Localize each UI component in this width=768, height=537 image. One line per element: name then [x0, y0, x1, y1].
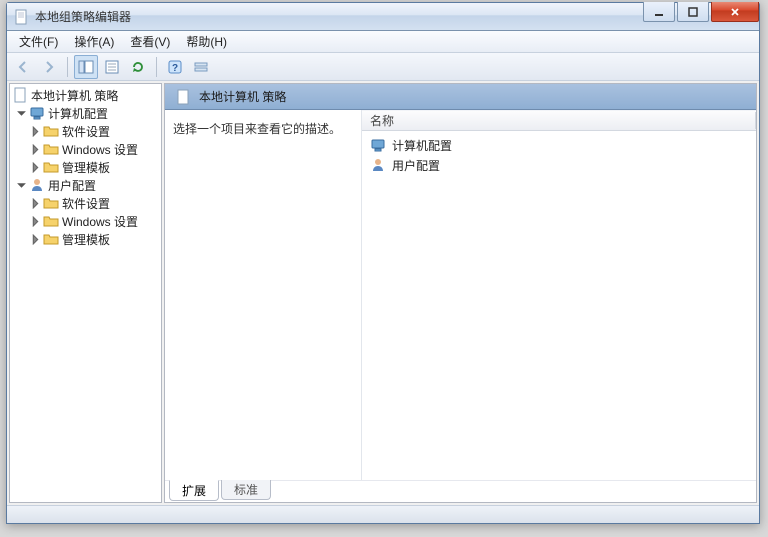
- app-icon: [13, 9, 29, 25]
- window-controls: [643, 2, 759, 22]
- back-button[interactable]: [11, 55, 35, 79]
- details-title: 本地计算机 策略: [199, 88, 286, 105]
- tree-user-config[interactable]: 用户配置: [10, 176, 161, 194]
- main-window: 本地组策略编辑器 文件(F) 操作(A) 查看(V) 帮助(H) ?: [6, 2, 760, 524]
- tree-label: Windows 设置: [62, 213, 138, 230]
- tree-root[interactable]: 本地计算机 策略: [10, 86, 161, 104]
- tab-row: 扩展 标准: [165, 480, 756, 502]
- list-label: 计算机配置: [392, 137, 452, 154]
- titlebar[interactable]: 本地组策略编辑器: [7, 3, 759, 31]
- tree-user-admin[interactable]: 管理模板: [10, 230, 161, 248]
- menu-help[interactable]: 帮助(H): [178, 31, 235, 52]
- list-body[interactable]: 计算机配置 用户配置: [362, 131, 756, 480]
- tree-pane[interactable]: 本地计算机 策略 计算机配置 软件设置: [9, 83, 162, 503]
- computer-icon: [370, 137, 386, 153]
- maximize-button[interactable]: [677, 2, 709, 22]
- tree-label: 用户配置: [48, 177, 96, 194]
- filter-button[interactable]: [189, 55, 213, 79]
- tree-label: 软件设置: [62, 195, 110, 212]
- minimize-button[interactable]: [643, 2, 675, 22]
- toolbar-separator: [67, 57, 68, 77]
- client-area: 本地计算机 策略 计算机配置 软件设置: [7, 81, 759, 505]
- svg-text:?: ?: [172, 63, 178, 74]
- collapse-icon[interactable]: [16, 108, 27, 119]
- list-item-user[interactable]: 用户配置: [362, 155, 756, 175]
- statusbar: [7, 505, 759, 523]
- menu-action[interactable]: 操作(A): [66, 31, 122, 52]
- refresh-button[interactable]: [126, 55, 150, 79]
- expand-icon[interactable]: [30, 126, 41, 137]
- folder-icon: [43, 159, 59, 175]
- tab-extended[interactable]: 扩展: [169, 480, 219, 501]
- tree-label: Windows 设置: [62, 141, 138, 158]
- forward-button[interactable]: [37, 55, 61, 79]
- list-label: 用户配置: [392, 157, 440, 174]
- tree-computer-windows[interactable]: Windows 设置: [10, 140, 161, 158]
- expand-icon[interactable]: [30, 216, 41, 227]
- tree-computer-software[interactable]: 软件设置: [10, 122, 161, 140]
- doc-icon: [175, 89, 191, 105]
- tree: 本地计算机 策略 计算机配置 软件设置: [10, 84, 161, 250]
- computer-icon: [29, 105, 45, 121]
- doc-icon: [12, 87, 28, 103]
- column-headers[interactable]: 名称: [362, 110, 756, 131]
- menu-file[interactable]: 文件(F): [11, 31, 66, 52]
- details-header: 本地计算机 策略: [165, 84, 756, 110]
- folder-icon: [43, 195, 59, 211]
- show-tree-button[interactable]: [74, 55, 98, 79]
- tree-computer-config[interactable]: 计算机配置: [10, 104, 161, 122]
- tree-label: 管理模板: [62, 231, 110, 248]
- help-button[interactable]: ?: [163, 55, 187, 79]
- tree-user-software[interactable]: 软件设置: [10, 194, 161, 212]
- tree-root-label: 本地计算机 策略: [31, 87, 118, 104]
- list-column: 名称 计算机配置 用户配置: [361, 110, 756, 480]
- description-column: 选择一个项目来查看它的描述。: [165, 110, 361, 480]
- folder-icon: [43, 141, 59, 157]
- collapse-icon[interactable]: [16, 180, 27, 191]
- menu-view[interactable]: 查看(V): [122, 31, 178, 52]
- expand-icon[interactable]: [30, 144, 41, 155]
- list-item-computer[interactable]: 计算机配置: [362, 135, 756, 155]
- tree-label: 软件设置: [62, 123, 110, 140]
- expand-icon[interactable]: [30, 198, 41, 209]
- folder-icon: [43, 123, 59, 139]
- user-icon: [370, 157, 386, 173]
- expand-icon[interactable]: [30, 162, 41, 173]
- column-name[interactable]: 名称: [362, 112, 756, 129]
- toolbar: ?: [7, 53, 759, 81]
- expand-icon[interactable]: [30, 234, 41, 245]
- folder-icon: [43, 231, 59, 247]
- tree-label: 管理模板: [62, 159, 110, 176]
- folder-icon: [43, 213, 59, 229]
- menubar: 文件(F) 操作(A) 查看(V) 帮助(H): [7, 31, 759, 53]
- toolbar-separator: [156, 57, 157, 77]
- close-button[interactable]: [711, 2, 759, 22]
- user-icon: [29, 177, 45, 193]
- tree-user-windows[interactable]: Windows 设置: [10, 212, 161, 230]
- description-hint: 选择一个项目来查看它的描述。: [173, 120, 353, 137]
- tab-standard[interactable]: 标准: [221, 480, 271, 500]
- tree-label: 计算机配置: [48, 105, 108, 122]
- details-pane: 本地计算机 策略 选择一个项目来查看它的描述。 名称 计算机配置: [164, 83, 757, 503]
- tree-computer-admin[interactable]: 管理模板: [10, 158, 161, 176]
- details-body: 选择一个项目来查看它的描述。 名称 计算机配置 用户配置: [165, 110, 756, 480]
- properties-button[interactable]: [100, 55, 124, 79]
